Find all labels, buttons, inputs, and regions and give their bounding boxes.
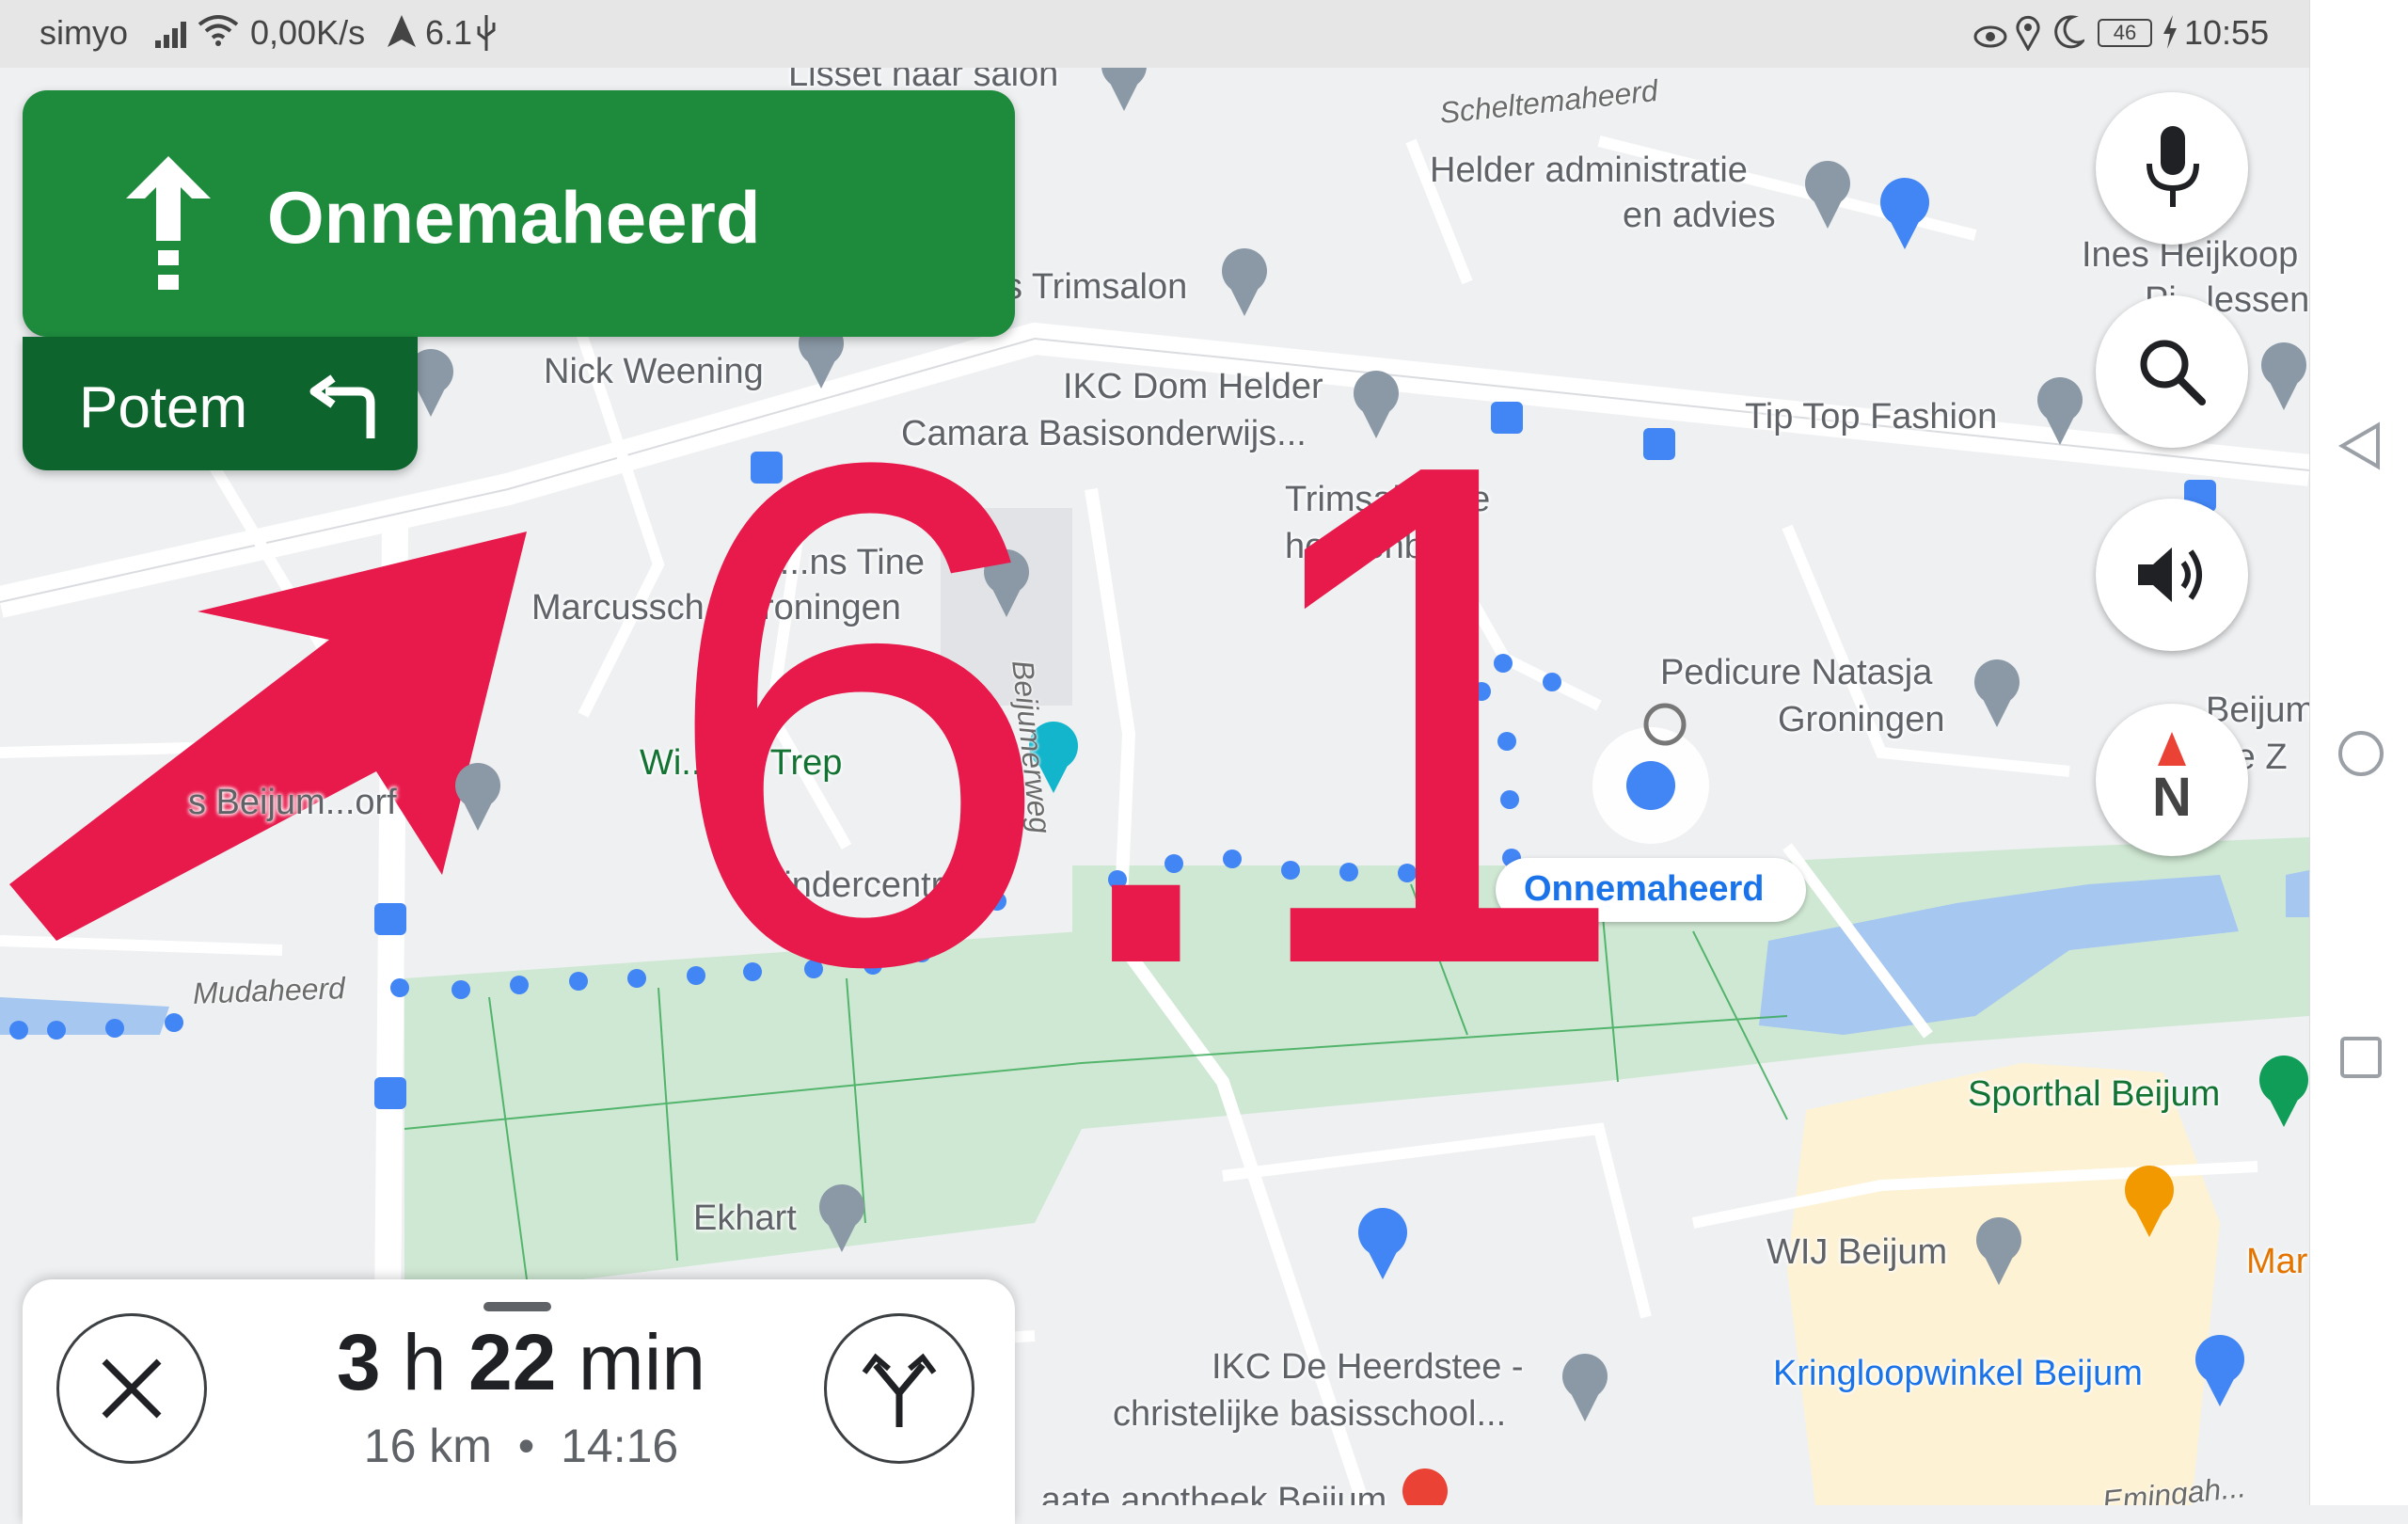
place-label[interactable]: Ekhart <box>693 1197 797 1240</box>
location-icon <box>2015 15 2041 59</box>
navigation-arrow-icon <box>388 15 416 56</box>
network-speed: 0,00K/s <box>250 13 366 52</box>
eta-minutes-unit: min <box>578 1318 706 1406</box>
alternate-routes-button[interactable] <box>824 1313 974 1464</box>
search-icon <box>2140 340 2206 405</box>
battery-level: 46 <box>2098 19 2152 47</box>
drag-handle[interactable] <box>483 1302 551 1311</box>
place-label[interactable]: Sporthal Beijum <box>1968 1072 2220 1116</box>
eye-icon <box>1973 19 2007 58</box>
eta-duration: 3 h 22 min <box>248 1317 794 1408</box>
place-label[interactable]: christelijke basisschool... <box>1113 1392 1506 1436</box>
trip-separator: • <box>517 1420 535 1472</box>
sound-toggle-button[interactable] <box>2096 499 2248 651</box>
arrival-time: 14:16 <box>561 1420 679 1472</box>
status-bar: simyo 0,00K/s 6.1 46 10:55 <box>0 0 2309 68</box>
eta-hours: 3 <box>336 1318 381 1406</box>
place-label[interactable]: en advies <box>1623 194 1776 237</box>
version-badge: 6.1 <box>425 13 473 52</box>
next-maneuver-banner[interactable]: Potem <box>23 337 418 470</box>
voice-search-button[interactable] <box>2096 92 2248 245</box>
straight-arrow-icon <box>117 156 220 302</box>
moon-icon <box>2052 15 2087 57</box>
back-button[interactable] <box>2337 421 2382 475</box>
overlay-version-number: 6.1 <box>658 315 1634 1114</box>
turn-left-arrow-icon <box>305 374 380 445</box>
route-split-icon <box>862 1353 937 1427</box>
place-label[interactable]: s Trimsalon <box>1005 265 1187 309</box>
eta-minutes: 22 <box>467 1318 557 1406</box>
place-label[interactable]: Tip Top Fashion <box>1745 395 1997 438</box>
place-label[interactable]: Pedicure Natasja <box>1660 651 1932 694</box>
signal-icon <box>155 17 193 56</box>
trip-distance: 16 km <box>363 1420 492 1472</box>
clock: 10:55 <box>2184 13 2270 52</box>
charging-icon <box>2162 15 2178 57</box>
compass-button[interactable]: N <box>2096 704 2248 856</box>
trip-details: 16 km • 14:16 <box>248 1419 794 1473</box>
maneuver-banner[interactable]: Onnemaheerd <box>23 90 1015 337</box>
exit-navigation-button[interactable] <box>56 1313 207 1464</box>
place-label[interactable]: ...aate apotheek Beijum <box>1011 1479 1386 1505</box>
street-label: Mudaheerd <box>192 971 346 1010</box>
compass-north-label: N <box>2152 766 2192 828</box>
place-label[interactable]: Helder administratie <box>1430 149 1748 192</box>
maneuver-street: Onnemaheerd <box>267 176 761 259</box>
place-label[interactable]: Kringloopwinkel Beijum <box>1773 1352 2143 1395</box>
place-label[interactable]: IKC De Heerdstee - <box>1212 1345 1524 1389</box>
eta-hours-unit: h <box>402 1318 447 1406</box>
place-label[interactable]: Groningen <box>1778 698 1944 741</box>
wifi-icon <box>198 13 239 56</box>
carrier-label: simyo <box>40 13 129 52</box>
trip-summary-sheet[interactable]: 3 h 22 min 16 km • 14:16 <box>23 1279 1015 1524</box>
microphone-icon <box>2147 126 2199 207</box>
close-icon <box>102 1358 162 1419</box>
next-maneuver-street: Potem <box>79 375 248 440</box>
system-nav-bar <box>2309 0 2408 1505</box>
search-button[interactable] <box>2096 295 2248 448</box>
recents-button[interactable] <box>2338 1035 2384 1085</box>
place-label[interactable]: s Beijum...orf <box>188 781 397 824</box>
compass-needle-icon <box>2158 731 2186 766</box>
home-button[interactable] <box>2337 729 2385 783</box>
usb-icon <box>475 15 498 59</box>
place-label[interactable]: Mar <box>2246 1240 2307 1283</box>
speaker-icon <box>2138 548 2202 602</box>
place-label[interactable]: WIJ Beijum <box>1766 1230 1947 1274</box>
